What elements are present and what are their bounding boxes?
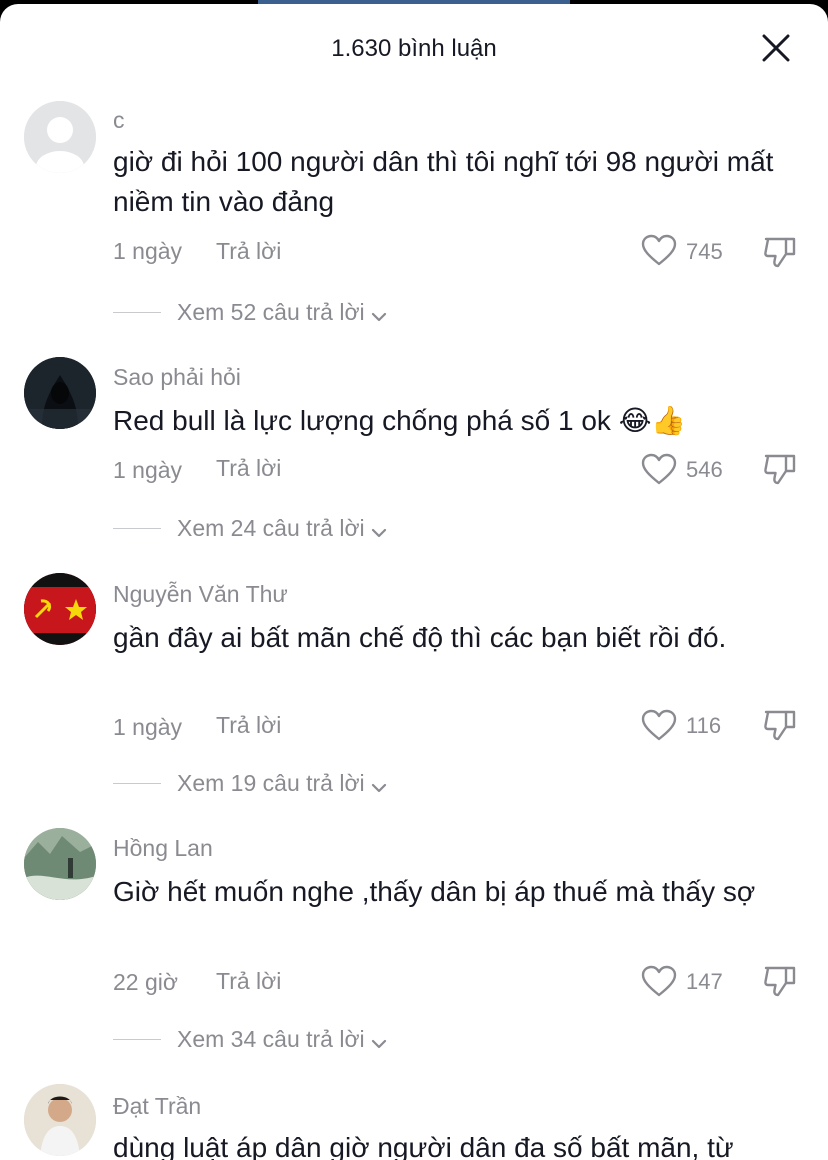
thumbs-down-icon xyxy=(764,710,796,741)
avatar[interactable] xyxy=(24,1084,96,1156)
view-replies-button[interactable]: Xem 34 câu trả lời xyxy=(177,1025,387,1055)
replies-divider xyxy=(113,312,161,313)
like-button[interactable] xyxy=(641,453,677,485)
comment-text: Giờ hết muốn nghe ,thấy dân bị áp thuế m… xyxy=(113,876,756,907)
dislike-button[interactable] xyxy=(762,451,798,487)
view-replies-label: Xem 19 câu trả lời xyxy=(177,770,365,796)
comment-time: 1 ngày xyxy=(113,238,183,264)
default-avatar-icon xyxy=(24,101,96,173)
comment-username[interactable]: Đạt Trần xyxy=(113,1092,201,1120)
heart-outline-icon xyxy=(641,965,677,997)
dislike-button[interactable] xyxy=(762,963,798,999)
flag-avatar-icon xyxy=(24,573,96,645)
like-count: 546 xyxy=(686,457,723,482)
avatar[interactable] xyxy=(24,573,96,645)
comment-username[interactable]: Nguyễn Văn Thư xyxy=(113,580,288,608)
replies-divider xyxy=(113,1039,161,1040)
dislike-button[interactable] xyxy=(762,707,798,743)
reply-button[interactable]: Trả lời xyxy=(216,711,281,739)
like-count: 116 xyxy=(686,713,722,738)
close-button[interactable] xyxy=(756,28,796,68)
comment-time: 1 ngày xyxy=(113,457,183,483)
chevron-down-icon xyxy=(371,300,387,328)
comment-username[interactable]: Sao phải hỏi xyxy=(113,363,241,391)
person-photo-avatar-icon xyxy=(24,1084,96,1156)
hooded-figure-avatar-icon xyxy=(24,357,96,429)
comment-time: 22 giờ xyxy=(113,969,178,995)
avatar[interactable] xyxy=(24,828,96,900)
dislike-button[interactable] xyxy=(762,234,798,270)
reply-button[interactable]: Trả lời xyxy=(216,454,281,482)
comment-text: dùng luật áp dân giờ người dân đa số bất… xyxy=(113,1132,734,1160)
avatar[interactable] xyxy=(24,357,96,429)
chevron-down-icon xyxy=(371,1027,387,1055)
view-replies-button[interactable]: Xem 52 câu trả lời xyxy=(177,298,387,328)
like-button[interactable] xyxy=(641,965,677,997)
comment-text: gần đây ai bất mãn chế độ thì các bạn bi… xyxy=(113,622,727,653)
comments-count-title: 1.630 bình luận xyxy=(331,35,497,62)
comment-username[interactable]: Hồng Lan xyxy=(113,834,213,862)
view-replies-label: Xem 52 câu trả lời xyxy=(177,299,365,325)
view-replies-label: Xem 34 câu trả lời xyxy=(177,1026,365,1052)
comment-text: Red bull là lực lượng chống phá số 1 ok … xyxy=(113,405,687,436)
close-icon xyxy=(762,34,790,62)
like-count: 745 xyxy=(686,239,723,264)
comment-text: giờ đi hỏi 100 người dân thì tôi nghĩ tớ… xyxy=(113,146,774,217)
replies-divider xyxy=(113,783,161,784)
chevron-down-icon xyxy=(371,516,387,544)
view-replies-label: Xem 24 câu trả lời xyxy=(177,515,365,541)
comment-time: 1 ngày xyxy=(113,714,183,740)
like-button[interactable] xyxy=(641,234,677,266)
landscape-avatar-icon xyxy=(24,828,96,900)
reply-button[interactable]: Trả lời xyxy=(216,237,281,265)
heart-outline-icon xyxy=(641,453,677,485)
replies-divider xyxy=(113,528,161,529)
comment-username[interactable]: c xyxy=(113,106,125,134)
like-count: 147 xyxy=(686,969,723,994)
view-replies-button[interactable]: Xem 19 câu trả lời xyxy=(177,769,387,799)
comments-sheet: 1.630 bình luận c giờ đi hỏi 100 người d… xyxy=(0,4,828,1160)
heart-outline-icon xyxy=(641,709,677,741)
thumbs-down-icon xyxy=(764,454,796,485)
reply-button[interactable]: Trả lời xyxy=(216,967,281,995)
avatar[interactable] xyxy=(24,101,96,173)
thumbs-down-icon xyxy=(764,237,796,268)
like-button[interactable] xyxy=(641,709,677,741)
chevron-down-icon xyxy=(371,771,387,799)
view-replies-button[interactable]: Xem 24 câu trả lời xyxy=(177,514,387,544)
thumbs-down-icon xyxy=(764,966,796,997)
heart-outline-icon xyxy=(641,234,677,266)
